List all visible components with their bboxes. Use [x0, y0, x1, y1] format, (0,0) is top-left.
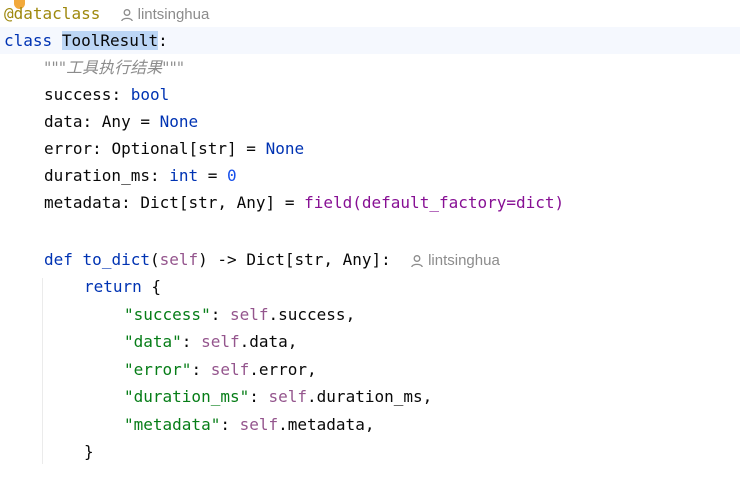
method-signature-rest: ) -> Dict[str, Any]:	[198, 250, 391, 269]
field-default: None	[159, 112, 199, 131]
author-name: lintsinghua	[137, 6, 210, 23]
field-eq: =	[236, 139, 266, 158]
user-icon	[120, 8, 133, 21]
code-line-entry: "data": self.data,	[0, 328, 740, 355]
code-line-entry: "metadata": self.metadata,	[0, 411, 740, 438]
dict-attr: .error,	[249, 360, 317, 379]
field-sep: :	[82, 112, 102, 131]
dict-key: "metadata"	[124, 415, 221, 434]
author-name: lintsinghua	[428, 252, 500, 269]
dict-key: "data"	[124, 332, 182, 351]
code-line-close: }	[0, 438, 740, 465]
self-ref: self	[239, 415, 279, 434]
decorator-at: @	[4, 4, 14, 23]
code-line-def: def to_dict(self) -> Dict[str, Any]: lin…	[0, 246, 740, 273]
field-eq: =	[198, 166, 228, 185]
field-name: duration_ms	[44, 166, 150, 185]
author-hint[interactable]: lintsinghua	[120, 1, 210, 28]
field-sep: :	[121, 193, 141, 212]
code-line-class: class ToolResult:	[0, 27, 740, 54]
self-param: self	[159, 250, 199, 269]
field-eq: =	[130, 112, 160, 131]
code-line-field: success: bool	[0, 81, 740, 108]
code-line-entry: "error": self.error,	[0, 356, 740, 383]
self-ref: self	[210, 360, 250, 379]
paren-open: (	[149, 250, 160, 269]
field-type: Dict[str, Any]	[140, 193, 276, 212]
dict-colon: :	[220, 415, 240, 434]
self-ref: self	[201, 332, 240, 351]
code-line-entry: "success": self.success,	[0, 301, 740, 328]
brace-open: {	[141, 277, 162, 296]
dict-colon: :	[210, 305, 230, 324]
field-default: None	[265, 139, 305, 158]
dict-key: "error"	[124, 360, 192, 379]
dict-colon: :	[181, 332, 202, 351]
dict-attr: .metadata,	[278, 415, 375, 434]
field-name: success	[44, 85, 112, 104]
field-name: data	[44, 112, 83, 131]
code-line-return: return {	[0, 273, 740, 300]
author-hint[interactable]: lintsinghua	[410, 247, 500, 274]
field-type: bool	[130, 85, 170, 104]
field-sep: :	[149, 166, 170, 185]
decorator-name[interactable]: dataclass	[14, 4, 101, 23]
def-keyword: def	[44, 250, 73, 269]
brace-close: }	[84, 442, 94, 461]
dict-colon: :	[191, 360, 211, 379]
code-line-decorator: @dataclass lintsinghua	[0, 0, 740, 27]
self-ref: self	[268, 387, 308, 406]
field-eq: =	[275, 193, 305, 212]
dict-attr: .duration_ms,	[307, 387, 433, 406]
field-name: metadata	[44, 193, 122, 212]
code-line-field: data: Any = None	[0, 108, 740, 135]
field-type: Optional[str]	[111, 139, 237, 158]
self-ref: self	[229, 305, 269, 324]
class-name-selected[interactable]: ToolResult	[61, 31, 159, 50]
dict-colon: :	[249, 387, 269, 406]
dict-attr: .success,	[268, 305, 356, 324]
field-type: Any	[101, 112, 131, 131]
code-line-field: metadata: Dict[str, Any] = field(default…	[0, 189, 740, 216]
dict-attr: .data,	[239, 332, 298, 351]
field-type: int	[169, 166, 199, 185]
class-keyword: class	[4, 31, 53, 50]
code-line-docstring: """工具执行结果"""	[0, 54, 740, 81]
dict-key: "duration_ms"	[124, 387, 250, 406]
dict-key: "success"	[124, 305, 211, 324]
class-colon: :	[158, 31, 168, 50]
field-sep: :	[92, 139, 112, 158]
method-name[interactable]: to_dict	[83, 250, 150, 269]
code-line-field: error: Optional[str] = None	[0, 135, 740, 162]
code-editor[interactable]: @dataclass lintsinghua class ToolResult:…	[0, 0, 740, 489]
docstring: """工具执行结果"""	[44, 58, 185, 77]
code-line-field: duration_ms: int = 0	[0, 162, 740, 189]
field-name: error	[44, 139, 93, 158]
code-line-entry: "duration_ms": self.duration_ms,	[0, 383, 740, 410]
field-default: 0	[227, 166, 237, 185]
field-sep: :	[111, 85, 131, 104]
user-icon	[411, 254, 423, 267]
field-default: field(default_factory=dict)	[304, 193, 565, 212]
return-keyword: return	[84, 277, 142, 296]
